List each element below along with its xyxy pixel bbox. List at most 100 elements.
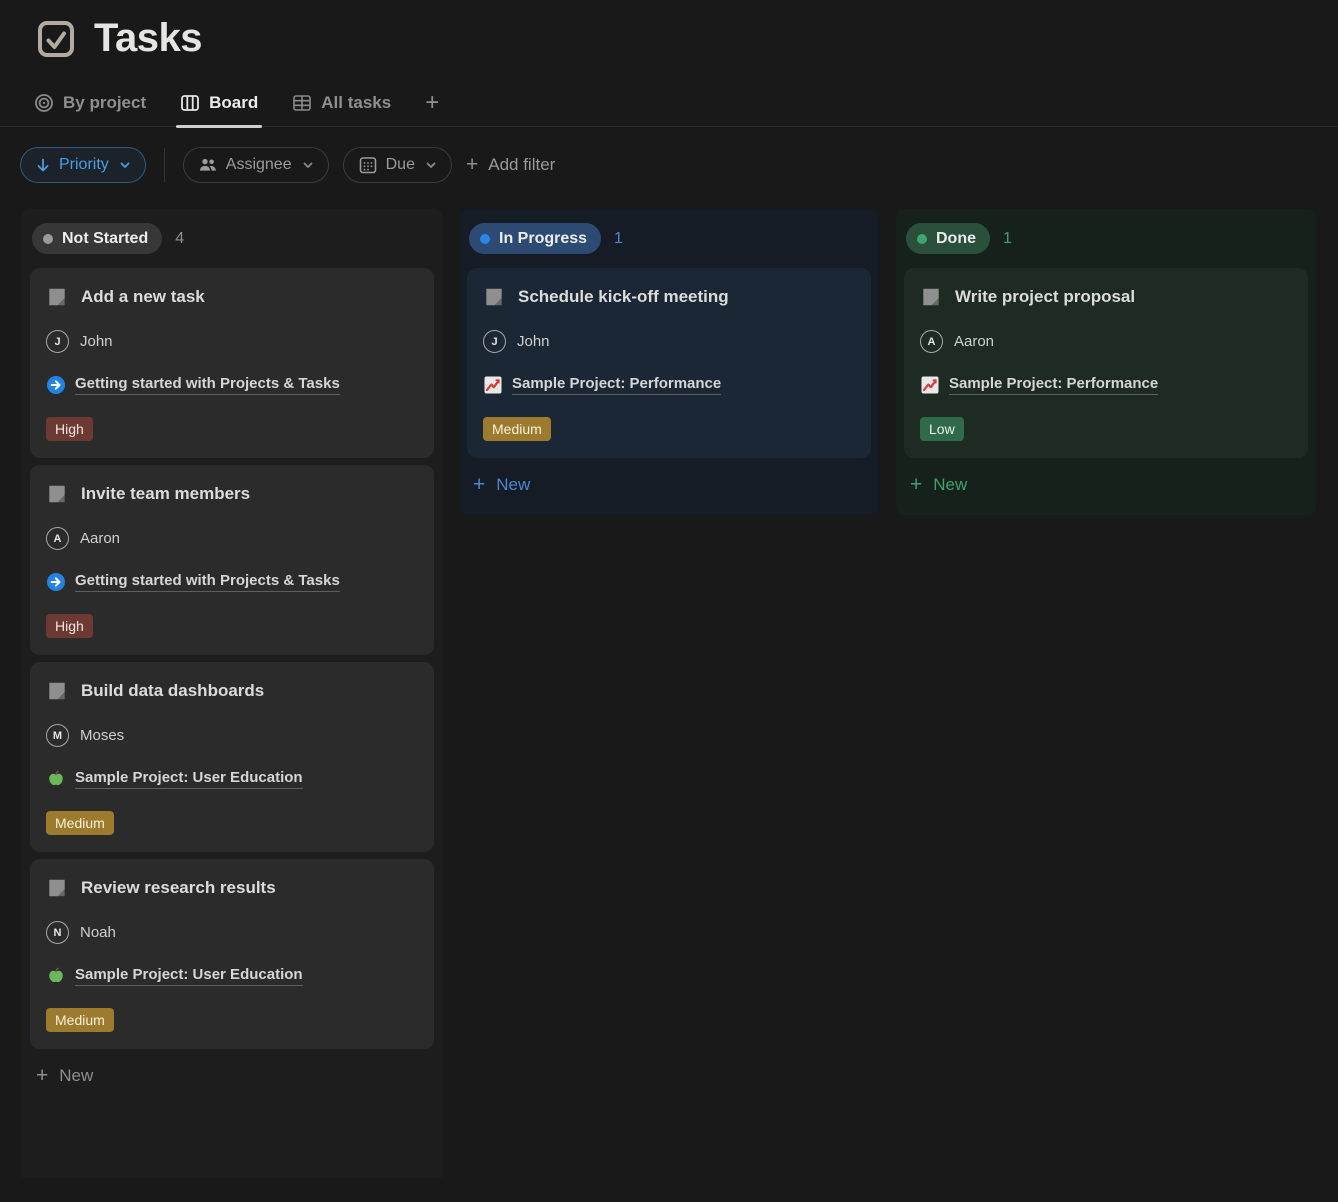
assignee-name: John — [517, 333, 550, 350]
avatar: A — [920, 330, 943, 353]
assignee-row: A Aaron — [920, 330, 1292, 353]
filter-label: Due — [386, 156, 415, 174]
assignee-row: JJohn — [46, 330, 418, 353]
tab-all-tasks[interactable]: All tasks — [292, 93, 391, 126]
card-title: Build data dashboards — [81, 681, 264, 701]
project-link[interactable]: Sample Project: User Education — [75, 966, 303, 986]
status-pill-not-started[interactable]: Not Started — [32, 223, 162, 254]
page-title: Tasks — [94, 16, 202, 61]
page-icon — [46, 680, 68, 702]
column-header: Not Started4 — [30, 217, 434, 268]
filter-assignee-button[interactable]: Assignee — [183, 147, 329, 183]
table-icon — [292, 93, 312, 113]
project-link[interactable]: Sample Project: User Education — [75, 769, 303, 789]
chevron-down-icon — [119, 159, 131, 171]
sort-priority-button[interactable]: Priority — [20, 147, 146, 183]
avatar: J — [483, 330, 506, 353]
project-row: Getting started with Projects & Tasks — [46, 572, 418, 592]
task-card[interactable]: Write project proposal A Aaron Sample Proje… — [904, 268, 1308, 458]
sort-label: Priority — [59, 156, 109, 174]
arrow-circle-icon — [46, 375, 66, 395]
column-header: In Progress 1 — [467, 217, 871, 268]
tab-label: By project — [63, 93, 146, 113]
new-task-button[interactable]: + New — [30, 1056, 434, 1098]
task-card[interactable]: Add a new task JJohn Getting started with … — [30, 268, 434, 458]
page-icon — [46, 877, 68, 899]
checkbox-icon — [34, 17, 78, 61]
plus-icon: + — [910, 476, 922, 494]
task-card[interactable]: Invite team members AAaron Getting started… — [30, 465, 434, 655]
column-header: Done1 — [904, 217, 1308, 268]
new-task-button[interactable]: + New — [904, 465, 1308, 507]
board-column-done: Done1 Write project proposal A Aaron Sample … — [896, 209, 1316, 515]
project-link[interactable]: Sample Project: Performance — [949, 375, 1158, 395]
card-title-row: Schedule kick-off meeting — [483, 286, 855, 308]
chart-icon — [920, 375, 940, 395]
chevron-down-icon — [302, 159, 314, 171]
priority-tag: Medium — [46, 1008, 114, 1032]
assignee-name: Aaron — [954, 333, 994, 350]
plus-icon: + — [466, 156, 478, 174]
status-dot — [480, 234, 490, 244]
card-title: Invite team members — [81, 484, 250, 504]
status-dot — [917, 234, 927, 244]
add-filter-button[interactable]: + Add filter — [466, 155, 555, 175]
plus-icon: + — [36, 1067, 48, 1085]
priority-tag: Medium — [483, 417, 551, 441]
filter-label: Assignee — [226, 156, 292, 174]
filter-bar: Priority Assignee — [20, 147, 1304, 183]
priority-tag: High — [46, 417, 93, 441]
card-title-row: Review research results — [46, 877, 418, 899]
tab-label: Board — [209, 93, 258, 113]
project-link[interactable]: Sample Project: Performance — [512, 375, 721, 395]
status-pill-in-progress[interactable]: In Progress — [469, 223, 601, 254]
page-icon — [46, 483, 68, 505]
page-icon — [483, 286, 505, 308]
new-label: New — [59, 1066, 93, 1086]
board-icon — [180, 93, 200, 113]
assignee-row: NNoah — [46, 921, 418, 944]
task-card[interactable]: Review research results NNoah Sample Proje… — [30, 859, 434, 1049]
kanban-board: Not Started4Add a new taskJJohnGetting s… — [0, 209, 1338, 1178]
status-dot — [43, 234, 53, 244]
plus-icon: + — [473, 476, 485, 494]
project-row: Sample Project: User Education — [46, 966, 418, 986]
tab-board[interactable]: Board — [180, 93, 258, 126]
project-link[interactable]: Getting started with Projects & Tasks — [75, 572, 340, 592]
avatar: J — [46, 330, 69, 353]
card-title: Schedule kick-off meeting — [518, 287, 729, 307]
card-title: Review research results — [81, 878, 276, 898]
card-title: Write project proposal — [955, 287, 1135, 307]
apple-icon — [46, 769, 66, 789]
status-pill-done[interactable]: Done — [906, 223, 990, 254]
card-title-row: Invite team members — [46, 483, 418, 505]
view-tabs: By project Board All tasks + — [0, 93, 1338, 127]
assignee-row: AAaron — [46, 527, 418, 550]
project-row: Sample Project: Performance — [483, 375, 855, 395]
filter-due-button[interactable]: Due — [343, 147, 452, 183]
page-icon — [920, 286, 942, 308]
status-label: Done — [936, 230, 976, 248]
new-task-button[interactable]: +New — [467, 465, 871, 507]
chart-icon — [483, 375, 503, 395]
card-title: Add a new task — [81, 287, 205, 307]
target-icon — [34, 93, 54, 113]
card-title-row: Build data dashboards — [46, 680, 418, 702]
task-card[interactable]: Schedule kick-off meeting J John Sample Pro… — [467, 268, 871, 458]
status-label: In Progress — [499, 230, 587, 248]
avatar: M — [46, 724, 69, 747]
add-view-button[interactable]: + — [425, 93, 439, 126]
tab-by-project[interactable]: By project — [34, 93, 146, 126]
page-icon — [46, 286, 68, 308]
priority-tag: High — [46, 614, 93, 638]
assignee-name: Aaron — [80, 530, 120, 547]
assignee-name: Moses — [80, 727, 124, 744]
column-count: 1 — [614, 230, 623, 248]
task-card[interactable]: Build data dashboards M Moses Sample Projec… — [30, 662, 434, 852]
project-link[interactable]: Getting started with Projects & Tasks — [75, 375, 340, 395]
apple-icon — [46, 966, 66, 986]
new-label: New — [933, 475, 967, 495]
plus-icon: + — [425, 89, 439, 116]
assignee-row: J John — [483, 330, 855, 353]
board-column-in-progress: In Progress 1 Schedule kick-off meeting J Jo… — [459, 209, 879, 515]
